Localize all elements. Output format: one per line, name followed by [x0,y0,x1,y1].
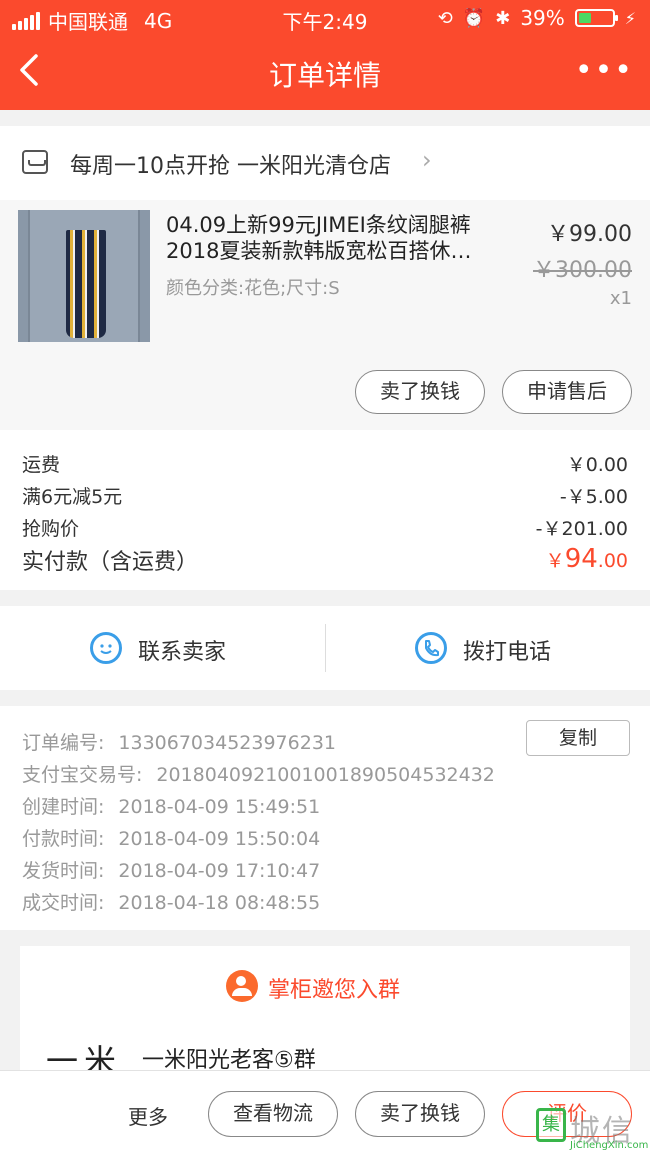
info-value: 133067034523976231 [118,732,336,754]
product-thumbnail[interactable] [18,210,150,342]
store-name: 每周一10点开抢 一米阳光清仓店 [70,154,391,179]
info-label: 成交时间: [22,892,105,914]
charging-icon: ⚡ [624,8,636,28]
view-logistics-button[interactable]: 查看物流 [208,1091,338,1137]
group-icon [226,970,258,1002]
group-invite-card[interactable]: 掌柜邀您入群 一米 一米阳光老客⑤群 [20,946,630,1080]
info-value: 2018-04-09 15:49:51 [118,796,321,818]
more-actions-button[interactable]: 更多 [128,1101,168,1130]
info-value: 2018-04-18 08:48:55 [118,892,321,914]
chat-bubble-icon [90,632,122,664]
sell-for-cash-bottom-button[interactable]: 卖了换钱 [355,1091,485,1137]
phone-icon [415,632,447,664]
info-value: 2018-04-09 15:50:04 [118,828,321,850]
nav-bar: 订单详情 ••• [0,36,650,110]
total-integer: 94 [564,544,598,574]
rotation-lock-icon: ⟲ [437,7,453,29]
fee-value: -￥201.00 [535,518,628,540]
info-row-completed: 成交时间: 2018-04-18 08:48:55 [22,888,320,915]
info-label: 支付宝交易号: [22,764,143,786]
contact-seller-button[interactable]: 联系卖家 [0,606,325,690]
sell-for-cash-button[interactable]: 卖了换钱 [355,370,485,414]
fee-label: 运费 [22,454,61,476]
alarm-icon: ⏰ [462,7,486,29]
battery-icon [574,9,618,27]
product-title: 04.09上新99元JIMEI条纹阔腿裤2018夏装新款韩版宽松百搭休… [166,213,472,263]
group-invite-title: 掌柜邀您入群 [268,978,401,1003]
product-quantity: x1 [609,288,632,309]
battery-percent: 39% [520,6,565,30]
info-label: 付款时间: [22,828,105,850]
status-right: ⟲ ⏰ ✱ 39% ⚡ [438,6,636,30]
product-price: ￥99.00 [547,222,632,247]
chevron-right-icon: › [422,146,432,174]
info-label: 创建时间: [22,796,105,818]
watermark-logo: 集 [536,1108,566,1142]
info-row-shipped: 发货时间: 2018-04-09 17:10:47 [22,856,320,883]
fee-summary: 运费 ￥0.00 满6元减5元 -￥5.00 抢购价 -￥201.00 实付款（… [0,430,650,590]
info-row-order-number: 订单编号: 133067034523976231 [22,728,336,755]
total-label: 实付款（含运费） [22,550,199,575]
total-currency: ￥ [545,550,565,572]
bluetooth-icon: ✱ [495,7,511,29]
contact-bar: 联系卖家 拨打电话 [0,606,650,690]
info-row-alipay-number: 支付宝交易号: 2018040921001001890504532432 [22,760,495,787]
fee-label: 满6元减5元 [22,486,123,508]
product-spec: 颜色分类:花色;尺寸:S [166,278,340,299]
product-original-price: ￥300.00 [533,258,632,283]
top-header: 中国联通 4G 下午2:49 ⟲ ⏰ ✱ 39% ⚡ 订单详情 ••• [0,0,650,110]
fee-row-discount: 满6元减5元 -￥5.00 [22,482,628,509]
info-value: 2018040921001001890504532432 [156,764,495,786]
status-bar: 中国联通 4G 下午2:49 ⟲ ⏰ ✱ 39% ⚡ [0,0,650,36]
store-row[interactable]: 每周一10点开抢 一米阳光清仓店 › [0,126,650,200]
product-item[interactable]: 04.09上新99元JIMEI条纹阔腿裤2018夏装新款韩版宽松百搭休… 颜色分… [0,200,650,430]
total-amount: ￥94.00 [546,544,628,574]
info-label: 发货时间: [22,860,105,882]
fee-label: 抢购价 [22,518,80,540]
copy-button[interactable]: 复制 [526,720,630,756]
info-row-paid: 付款时间: 2018-04-09 15:50:04 [22,824,320,851]
info-label: 订单编号: [22,732,105,754]
more-menu-button[interactable]: ••• [575,56,634,86]
fee-value: -￥5.00 [559,486,628,508]
store-icon [22,150,48,174]
fee-value: ￥0.00 [566,454,628,476]
contact-seller-label: 联系卖家 [138,640,227,665]
fee-row-shipping: 运费 ￥0.00 [22,450,628,477]
call-phone-label: 拨打电话 [463,640,552,665]
fee-row-total: 实付款（含运费） ￥94.00 [22,544,628,576]
fee-row-flash-price: 抢购价 -￥201.00 [22,514,628,541]
order-info: 订单编号: 133067034523976231 支付宝交易号: 201804092… [0,706,650,930]
after-sale-button[interactable]: 申请售后 [502,370,632,414]
info-row-created: 创建时间: 2018-04-09 15:49:51 [22,792,320,819]
call-phone-button[interactable]: 拨打电话 [325,606,650,690]
page-title: 订单详情 [268,59,381,92]
watermark-url: JiChengXin.com [570,1140,649,1151]
watermark: 集 城信 JiChengXin.com [536,1104,650,1156]
info-value: 2018-04-09 17:10:47 [118,860,321,882]
total-decimal: .00 [597,550,628,572]
